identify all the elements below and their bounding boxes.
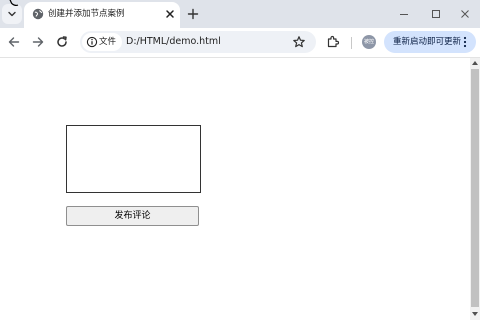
- close-icon[interactable]: [457, 6, 473, 22]
- publish-comment-button[interactable]: 发布评论: [66, 206, 199, 226]
- maximize-icon[interactable]: [428, 6, 444, 22]
- profile-avatar[interactable]: 被控: [362, 35, 376, 49]
- more-menu-icon[interactable]: [463, 36, 467, 48]
- address-bar[interactable]: 文件 D:/HTML/demo.html: [80, 31, 316, 53]
- new-tab-icon[interactable]: [186, 7, 200, 21]
- site-chip-label: 文件: [99, 37, 117, 47]
- vertical-scrollbar[interactable]: [470, 58, 480, 320]
- comment-textarea[interactable]: [66, 125, 201, 193]
- scroll-down-arrow-icon[interactable]: [472, 312, 478, 316]
- relaunch-to-update-button[interactable]: 重新启动即可更新: [384, 31, 476, 53]
- site-info-chip[interactable]: 文件: [82, 33, 122, 51]
- url-text: D:/HTML/demo.html: [126, 36, 221, 47]
- reload-icon[interactable]: [54, 34, 70, 50]
- tab-title: 创建并添加节点案例: [48, 9, 125, 19]
- page-viewport: 发布评论: [0, 58, 470, 320]
- browser-toolbar: 文件 D:/HTML/demo.html 被控 重新启动即可更新: [0, 28, 480, 58]
- bookmark-star-icon[interactable]: [292, 35, 306, 49]
- info-icon: [86, 36, 98, 48]
- minimize-icon[interactable]: [396, 6, 412, 22]
- extensions-icon[interactable]: [325, 34, 341, 50]
- chevron-down-icon: [8, 11, 16, 17]
- back-arrow-icon[interactable]: [6, 34, 22, 50]
- scrollbar-thumb[interactable]: [471, 69, 479, 307]
- mouse-cursor-icon: [9, 0, 19, 6]
- relaunch-label: 重新启动即可更新: [393, 37, 462, 47]
- forward-arrow-icon[interactable]: [30, 34, 46, 50]
- tab-active[interactable]: 创建并添加节点案例: [24, 2, 180, 28]
- close-tab-icon[interactable]: [164, 8, 176, 20]
- tab-strip: 创建并添加节点案例: [0, 0, 480, 28]
- browser-window: 创建并添加节点案例 文件 D:/HTML/demo.html 被控 重新启动即可…: [0, 0, 480, 320]
- globe-icon: [32, 8, 44, 20]
- scroll-up-arrow-icon[interactable]: [472, 61, 478, 65]
- toolbar-divider: [351, 37, 352, 49]
